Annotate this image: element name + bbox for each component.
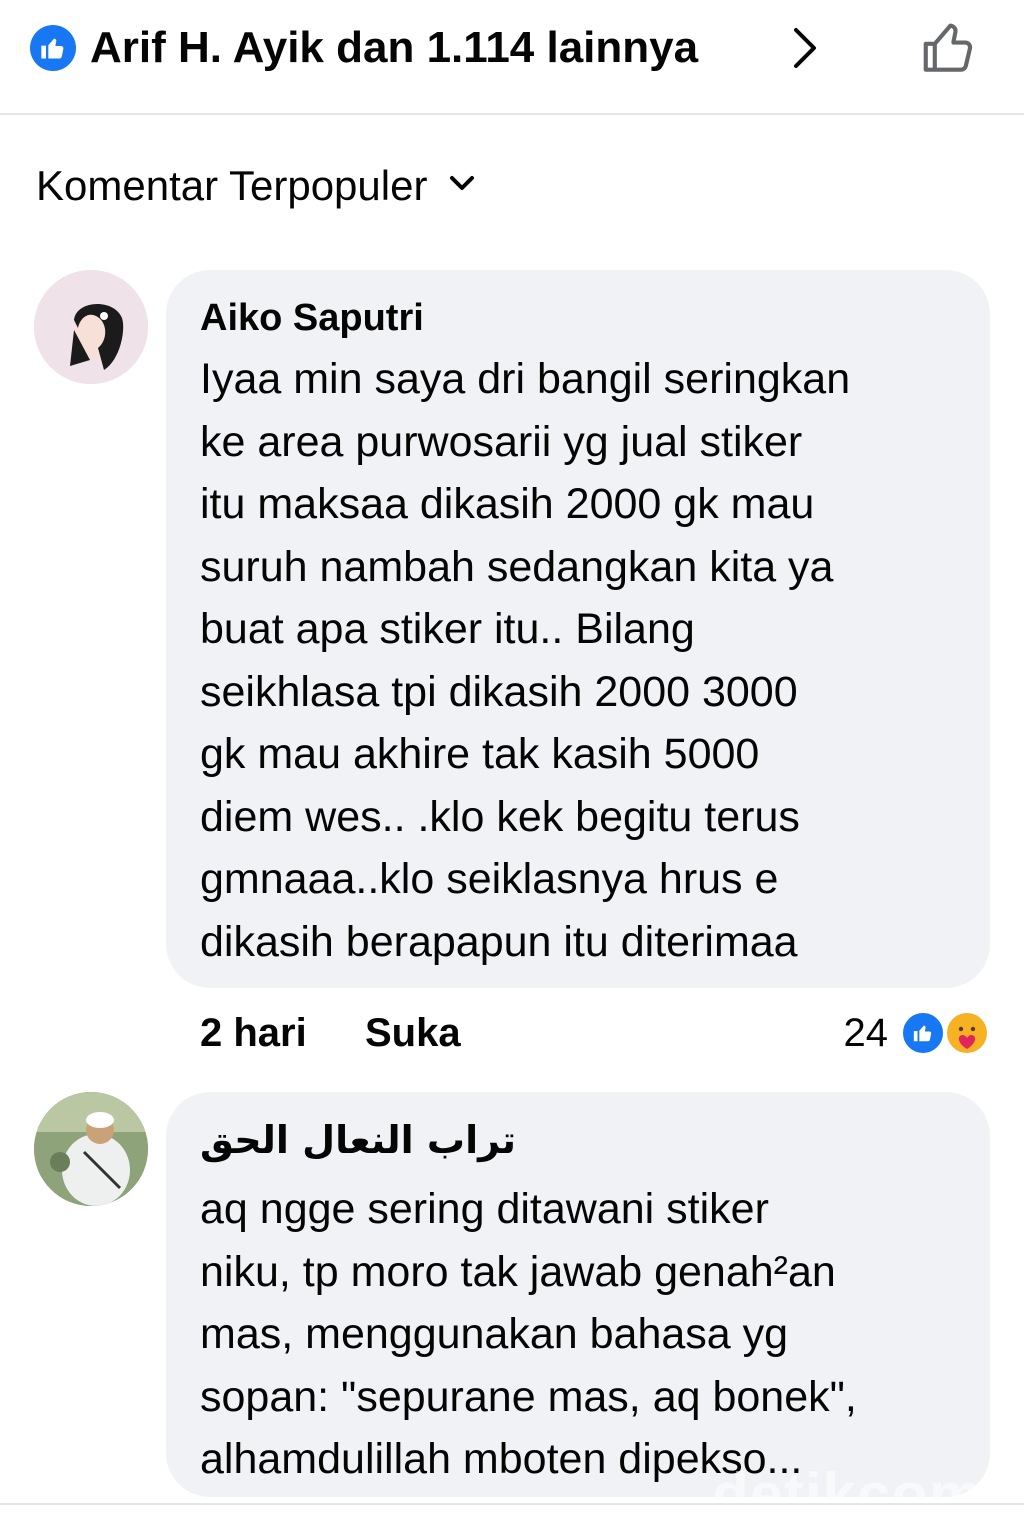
- comment-text: Iyaa min saya dri bangil seringkan ke ar…: [200, 355, 851, 966]
- divider: [0, 1503, 1024, 1505]
- watermark: detikcom: [712, 1461, 984, 1528]
- comment-sort-selector[interactable]: Komentar Terpopuler: [36, 158, 475, 214]
- comment-actions: 2 hari Suka 24: [200, 1002, 990, 1062]
- like-icon: [900, 1010, 946, 1056]
- sort-label[interactable]: Komentar Terpopuler: [36, 158, 427, 214]
- comment-author[interactable]: Aiko Saputri: [200, 294, 956, 342]
- reactors-summary-text[interactable]: Arif H. Ayik dan 1.114 lainnya: [90, 18, 698, 78]
- comment-bubble: Aiko Saputri Iyaa min saya dri bangil se…: [166, 270, 990, 988]
- care-icon: [944, 1010, 990, 1056]
- comment-bubble: تراب النعال الحق aq ngge sering ditawani…: [166, 1092, 990, 1497]
- comment-text: aq ngge sering ditawani stiker niku, tp …: [200, 1185, 857, 1483]
- like-comment-button[interactable]: Suka: [365, 1008, 461, 1058]
- avatar[interactable]: [34, 1092, 148, 1206]
- chevron-right-icon[interactable]: [790, 26, 820, 75]
- reaction-count[interactable]: 24: [844, 1008, 889, 1058]
- like-icon: [30, 25, 76, 71]
- thumbs-up-outline-icon[interactable]: [918, 18, 980, 85]
- comment-timestamp[interactable]: 2 hari: [200, 1008, 307, 1058]
- avatar[interactable]: [34, 270, 148, 384]
- comment-author[interactable]: تراب النعال الحق: [200, 1116, 956, 1164]
- chevron-down-icon[interactable]: [449, 175, 475, 198]
- reactions-summary-bar[interactable]: Arif H. Ayik dan 1.114 lainnya: [0, 0, 1024, 115]
